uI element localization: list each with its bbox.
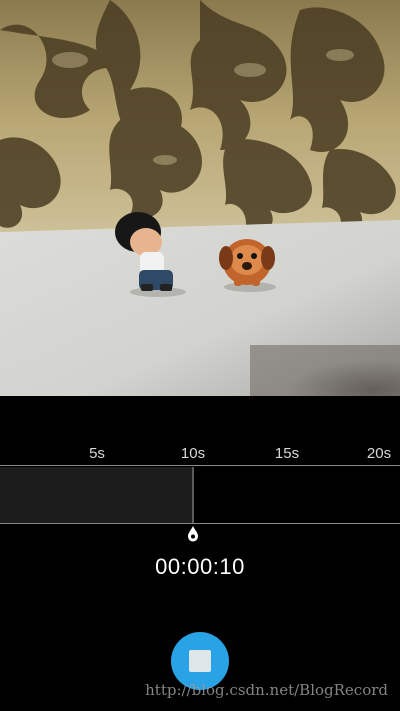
recording-screen: 5s 10s 15s 20s 00:00:10 http://blog.csdn…: [0, 0, 400, 711]
tick-label: 15s: [274, 445, 300, 462]
watermark: http://blog.csdn.net/BlogRecord: [145, 681, 388, 699]
playhead-icon[interactable]: [187, 526, 199, 542]
stop-icon: [189, 650, 211, 672]
camera-preview: [0, 0, 400, 396]
timeline-bottom-border: [0, 523, 400, 524]
timeline-progress-marker: [192, 467, 194, 523]
timeline-progress-fill: [0, 467, 193, 523]
recording-timeline[interactable]: 5s 10s 15s 20s: [0, 440, 400, 550]
tick-label: 5s: [89, 445, 105, 462]
elapsed-timer: 00:00:10: [155, 554, 245, 579]
tick-label: 20s: [366, 445, 392, 462]
timeline-top-border: [0, 465, 400, 466]
tick-label: 10s: [180, 445, 206, 462]
